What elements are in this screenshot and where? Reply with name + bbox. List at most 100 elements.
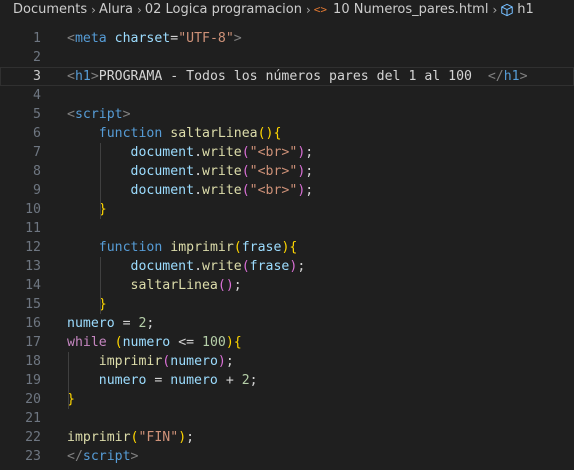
line-content: document.write("<br>"); xyxy=(67,143,314,162)
line-content: imprimir(numero); xyxy=(67,352,234,371)
breadcrumb-item-folder[interactable]: 02 Logica programacion xyxy=(145,2,302,17)
code-line[interactable]: 14 saltarLinea(); xyxy=(0,276,574,295)
code-line[interactable]: 4 xyxy=(0,86,574,105)
string-literal: "FIN" xyxy=(138,430,179,445)
bracket: ( xyxy=(241,145,250,160)
code-text: . xyxy=(194,145,203,160)
line-number: 22 xyxy=(25,430,41,445)
code-line[interactable]: 13 document.write(frase); xyxy=(0,257,574,276)
string-literal: "UTF-8" xyxy=(178,31,234,46)
code-line[interactable]: 7 document.write("<br>"); xyxy=(0,143,574,162)
tag-name: h1 xyxy=(74,69,91,84)
code-line[interactable]: 17 while (numero <= 100){ xyxy=(0,333,574,352)
bracket: ) xyxy=(178,430,187,445)
bracket: { xyxy=(289,240,298,255)
tag-bracket: </ xyxy=(487,69,504,84)
line-number: 3 xyxy=(33,69,41,84)
breadcrumb-item-documents[interactable]: Documents xyxy=(13,2,87,17)
code-text: ; xyxy=(297,259,306,274)
code-text: ; xyxy=(186,430,195,445)
code-line[interactable]: 10 } xyxy=(0,200,574,219)
code-line[interactable]: 23 </script> xyxy=(0,447,574,466)
code-line[interactable]: 15 } xyxy=(0,295,574,314)
bracket: { xyxy=(233,335,242,350)
bracket: ( xyxy=(233,240,242,255)
identifier: frase xyxy=(249,259,290,274)
chevron-right-icon: › xyxy=(492,2,498,17)
line-content: document.write("<br>"); xyxy=(67,162,314,181)
tag-name: meta xyxy=(74,31,107,46)
identifier: numero xyxy=(67,316,115,331)
tag-bracket: < xyxy=(67,31,75,46)
code-line[interactable]: 22 imprimir("FIN"); xyxy=(0,428,574,447)
line-number: 1 xyxy=(33,31,41,46)
tag-bracket: </ xyxy=(67,449,83,464)
number-literal: 2 xyxy=(241,373,250,388)
code-line[interactable]: 5 <script> xyxy=(0,105,574,124)
code-line[interactable]: 1 <meta charset="UTF-8"> xyxy=(0,29,574,48)
code-line[interactable]: 21 xyxy=(0,409,574,428)
line-content: numero = numero + 2; xyxy=(67,371,258,390)
breadcrumb-item-alura[interactable]: Alura xyxy=(99,2,133,17)
identifier: numero xyxy=(122,335,171,350)
function-name: saltarLinea xyxy=(170,126,258,141)
code-line[interactable]: 11 xyxy=(0,219,574,238)
code-line[interactable]: 12 function imprimir(frase){ xyxy=(0,238,574,257)
function-name: write xyxy=(202,164,242,179)
string-literal: "<br>" xyxy=(249,183,298,198)
code-editor[interactable]: Documents › Alura › 02 Logica programaci… xyxy=(0,0,574,470)
bracket: ) xyxy=(225,335,234,350)
line-number: 13 xyxy=(25,259,41,274)
identifier: document xyxy=(130,183,195,198)
line-number: 21 xyxy=(25,411,41,426)
identifier: numero xyxy=(170,373,218,388)
line-number: 2 xyxy=(33,50,41,65)
tag-bracket: > xyxy=(519,69,528,84)
code-line[interactable]: 3 <h1>PROGRAMA - Todos los números pares … xyxy=(0,67,574,86)
code-text: ; xyxy=(249,373,258,388)
line-number: 9 xyxy=(33,183,41,198)
code-line[interactable]: 18 imprimir(numero); xyxy=(0,352,574,371)
line-content: } xyxy=(67,200,107,219)
line-content: <script> xyxy=(67,105,131,124)
code-text: = xyxy=(146,373,171,388)
breadcrumb-item-file[interactable]: <> 10 Numeros_pares.html xyxy=(314,2,489,17)
tag-bracket: > xyxy=(122,107,131,122)
code-line[interactable]: 16 numero = 2; xyxy=(0,314,574,333)
code-text: . xyxy=(194,259,203,274)
line-number: 6 xyxy=(33,126,41,141)
identifier: numero xyxy=(98,373,147,388)
code-text: ; xyxy=(305,145,314,160)
code-area[interactable]: 1 <meta charset="UTF-8"> 2 3 <h1>PROGRAMA - … xyxy=(0,29,574,466)
function-name: write xyxy=(202,145,242,160)
bracket: ) xyxy=(217,354,226,369)
bracket: ( xyxy=(241,164,250,179)
code-text: = xyxy=(114,316,139,331)
breadcrumb-item-symbol[interactable]: h1 xyxy=(500,2,534,17)
tag-bracket: > xyxy=(130,449,139,464)
string-literal: "<br>" xyxy=(249,164,298,179)
bracket: { xyxy=(273,126,282,141)
line-content: </script> xyxy=(67,447,138,466)
bracket: () xyxy=(257,126,274,141)
code-line[interactable]: 20} xyxy=(0,390,574,409)
code-line[interactable]: 8 document.write("<br>"); xyxy=(0,162,574,181)
control-keyword: while xyxy=(67,335,107,350)
code-line[interactable]: 9 document.write("<br>"); xyxy=(0,181,574,200)
identifier: document xyxy=(130,259,195,274)
chevron-right-icon: › xyxy=(137,2,142,17)
code-text: <= xyxy=(170,335,203,350)
line-number: 4 xyxy=(33,88,41,103)
code-line[interactable]: 6 function saltarLinea(){ xyxy=(0,124,574,143)
function-name: imprimir xyxy=(67,430,131,445)
breadcrumb: Documents › Alura › 02 Logica programaci… xyxy=(0,0,574,19)
tag-bracket: > xyxy=(233,31,242,46)
html-file-icon: <> xyxy=(313,3,328,16)
code-line[interactable]: 2 xyxy=(0,48,574,67)
line-number: 12 xyxy=(25,240,41,255)
line-content: imprimir("FIN"); xyxy=(67,428,194,447)
code-line[interactable]: 19 numero = numero + 2; xyxy=(0,371,574,390)
